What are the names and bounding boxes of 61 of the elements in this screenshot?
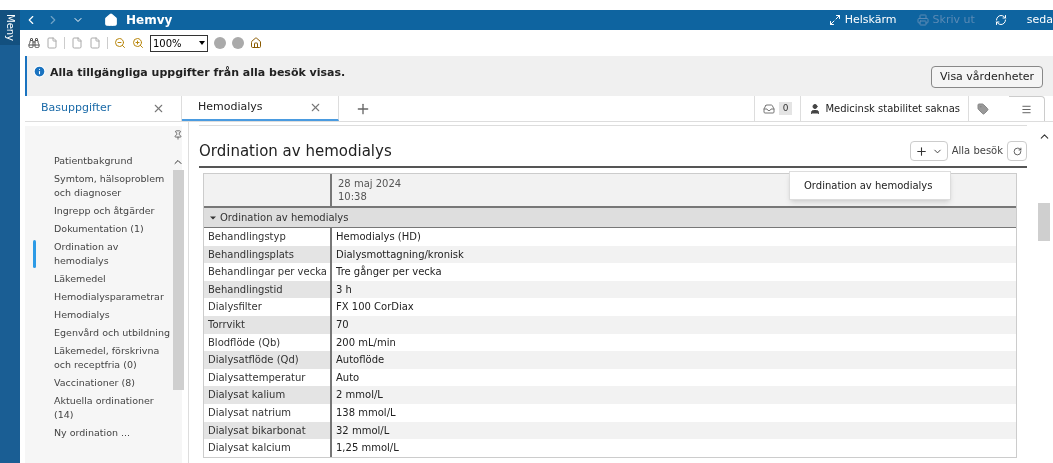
- sidebar-item[interactable]: Egenvård och utbildning: [54, 326, 172, 340]
- home-icon[interactable]: [250, 37, 262, 49]
- tab[interactable]: Basuppgifter: [25, 96, 182, 121]
- section-title: Ordination av hemodialys: [199, 140, 392, 162]
- column-date: 28 maj 2024: [338, 177, 402, 190]
- page-icon[interactable]: [71, 37, 83, 49]
- scrollbar-thumb[interactable]: [1038, 203, 1050, 241]
- refresh-icon[interactable]: [994, 14, 1007, 26]
- banner-message: Alla tillgängliga uppgifter från alla besök visas.: [50, 65, 346, 81]
- tab[interactable]: Hemodialys: [182, 96, 339, 121]
- page-icon[interactable]: [46, 37, 58, 49]
- visits-filter[interactable]: Alla besök: [951, 143, 1003, 158]
- show-units-button[interactable]: Visa vårdenheter: [931, 66, 1043, 88]
- sidebar-item[interactable]: Symtom, hälsoproblem och diagnoser: [54, 172, 172, 200]
- sidebar-item[interactable]: Läkemedel, förskrivna och receptfria (0): [54, 344, 172, 372]
- expand-icon: [828, 14, 841, 26]
- sidebar-item[interactable]: Läkemedel: [54, 272, 172, 286]
- stability-status: Medicinsk stabilitet saknas: [825, 102, 960, 116]
- sidebar-item[interactable]: Hemodialysparametrar: [54, 290, 172, 304]
- reload-button[interactable]: [1007, 141, 1027, 161]
- side-menu-strip[interactable]: Meny: [0, 10, 20, 463]
- page-title: Hemvy: [126, 12, 173, 29]
- add-dropdown-button[interactable]: [909, 141, 948, 161]
- row-value: 2 mmol/L: [332, 386, 1016, 404]
- caret-down-icon: [210, 214, 216, 221]
- row-label: Dialysat kalium: [204, 386, 332, 404]
- column-time: 10:38: [338, 190, 368, 203]
- sidebar-item[interactable]: Ingrepp och åtgärder: [54, 204, 172, 218]
- plus-icon: [914, 144, 928, 158]
- sidebar-item[interactable]: Ordination av hemodialys: [54, 240, 172, 268]
- toolbar-action[interactable]: Helskärm: [828, 11, 897, 29]
- group-header[interactable]: Ordination av hemodialys: [204, 208, 1016, 228]
- sidebar-item[interactable]: Patientbakgrund: [54, 154, 172, 168]
- caret-icon: [199, 41, 205, 45]
- menu-tab[interactable]: [1009, 96, 1045, 121]
- reload-icon: [1012, 146, 1022, 156]
- tag-icon[interactable]: [977, 102, 989, 115]
- dropdown-menu-item[interactable]: Ordination av hemodialys: [790, 172, 950, 199]
- page-icon[interactable]: [89, 37, 101, 49]
- sidebar-item[interactable]: Aktuella ordinationer (14): [54, 394, 172, 422]
- close-icon[interactable]: [309, 101, 322, 114]
- sidebar-item[interactable]: Vaccinationer (8): [54, 376, 172, 390]
- count-badge: 0: [778, 101, 793, 116]
- printer-icon: [916, 14, 929, 26]
- pin-icon[interactable]: [173, 130, 183, 140]
- inbox-icon[interactable]: [762, 102, 775, 115]
- zoom-select[interactable]: 100%: [150, 34, 208, 52]
- row-value: Autoflöde: [332, 351, 1016, 369]
- sidebar-item[interactable]: Ny ordination ...: [54, 426, 172, 440]
- user-name: seda: [1026, 11, 1053, 28]
- sidebar-item[interactable]: Hemodialys: [54, 308, 172, 322]
- binoculars-icon[interactable]: [28, 37, 40, 49]
- close-icon[interactable]: [152, 102, 165, 115]
- sidebar-item[interactable]: Dokumentation (1): [54, 222, 172, 236]
- info-icon: [33, 65, 46, 78]
- row-label: Dialysatflöde (Qd): [204, 351, 332, 369]
- zoom-out-icon[interactable]: [114, 37, 126, 49]
- person-icon: [809, 102, 822, 115]
- zoom-in-icon[interactable]: [132, 37, 144, 49]
- scrollbar-thumb[interactable]: [172, 170, 184, 390]
- menu-icon[interactable]: [1021, 103, 1032, 115]
